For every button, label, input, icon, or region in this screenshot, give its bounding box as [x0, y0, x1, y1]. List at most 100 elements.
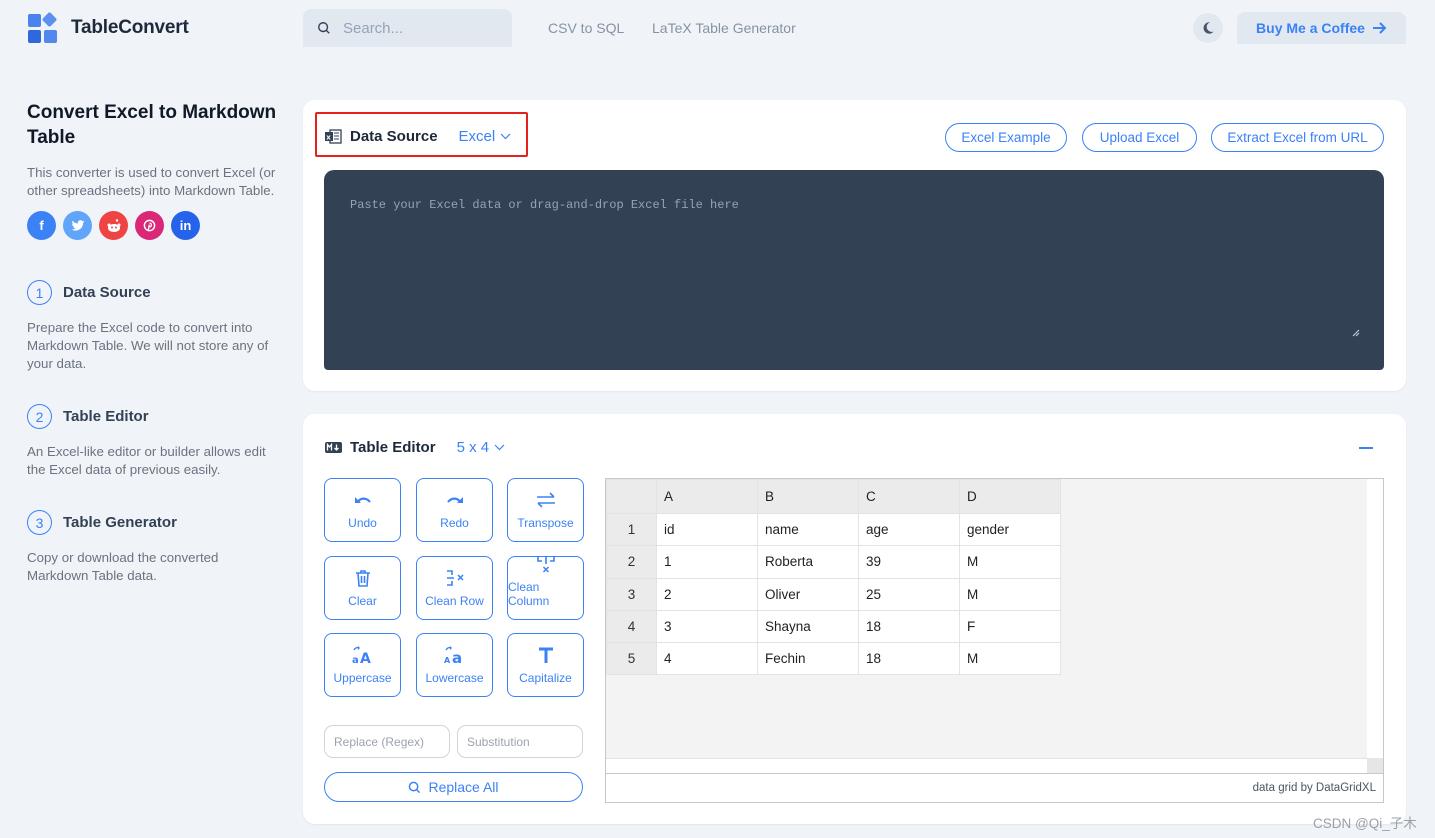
- search-box[interactable]: [303, 9, 512, 47]
- row-header[interactable]: 4: [606, 609, 657, 644]
- nav-link-latex-table-generator[interactable]: LaTeX Table Generator: [652, 20, 796, 36]
- clean-row-button[interactable]: Clean Row: [416, 556, 493, 620]
- watermark: CSDN @Qi_子木: [1313, 816, 1417, 831]
- scrollbar-corner: [1367, 758, 1383, 773]
- reddit-share-button[interactable]: [99, 211, 128, 240]
- transpose-button[interactable]: Transpose: [507, 478, 584, 542]
- arrow-right-icon: [1372, 22, 1387, 34]
- upload-excel-button[interactable]: Upload Excel: [1082, 123, 1197, 152]
- search-input[interactable]: [343, 19, 493, 37]
- clean-row-icon: [446, 570, 464, 586]
- resize-handle-icon[interactable]: [1352, 329, 1360, 337]
- step-description: An Excel-like editor or builder allows e…: [27, 444, 266, 477]
- grid-cell[interactable]: 18: [858, 642, 960, 676]
- column-header-d[interactable]: D: [959, 479, 1061, 514]
- theme-toggle-button[interactable]: [1193, 13, 1223, 43]
- grid-credit: data grid by DataGridXL: [606, 773, 1383, 802]
- clear-button[interactable]: Clear: [324, 556, 401, 620]
- data-grid: A B C D 1 id name age gender 2 1 Roberta…: [605, 478, 1384, 803]
- grid-cell[interactable]: Oliver: [757, 577, 859, 611]
- undo-button[interactable]: Undo: [324, 478, 401, 542]
- step-title: Table Editor: [63, 408, 149, 425]
- grid-cell[interactable]: F: [959, 609, 1061, 644]
- clear-label: Clear: [348, 594, 377, 608]
- row-header[interactable]: 5: [606, 642, 657, 676]
- grid-cell[interactable]: name: [757, 512, 859, 547]
- excel-file-icon: x: [325, 129, 342, 144]
- substitution-input[interactable]: [457, 725, 583, 758]
- step-number: 1: [27, 280, 52, 305]
- grid-cell[interactable]: 39: [858, 545, 960, 579]
- source-data-textarea[interactable]: [324, 170, 1384, 370]
- grid-cell[interactable]: 3: [656, 609, 758, 644]
- grid-cell[interactable]: gender: [959, 512, 1061, 547]
- table-size-dropdown[interactable]: 5 x 4: [457, 439, 506, 456]
- grid-cell[interactable]: id: [656, 512, 758, 547]
- row-header[interactable]: 1: [606, 512, 657, 547]
- grid-cell[interactable]: 18: [858, 609, 960, 644]
- grid-cell[interactable]: Shayna: [757, 609, 859, 644]
- grid-cell[interactable]: M: [959, 642, 1061, 676]
- coffee-label: Buy Me a Coffee: [1256, 20, 1365, 36]
- step-table-generator: 3 Table Generator: [27, 510, 277, 535]
- grid-cell[interactable]: M: [959, 577, 1061, 611]
- grid-cell[interactable]: age: [858, 512, 960, 547]
- step-number: 2: [27, 404, 52, 429]
- brand-logo[interactable]: TableConvert: [28, 11, 189, 43]
- redo-icon: [446, 497, 463, 503]
- markdown-icon: [325, 442, 342, 453]
- grid-cell[interactable]: 2: [656, 577, 758, 611]
- buy-me-a-coffee-button[interactable]: Buy Me a Coffee: [1237, 12, 1406, 44]
- facebook-share-button[interactable]: f: [27, 211, 56, 240]
- grid-cell[interactable]: Fechin: [757, 642, 859, 676]
- table-row: 5 4 Fechin 18 M: [606, 642, 1061, 676]
- reddit-icon: [107, 218, 120, 232]
- capitalize-button[interactable]: Capitalize: [507, 633, 584, 697]
- lowercase-button[interactable]: A a Lowercase: [416, 633, 493, 697]
- svg-text:A: A: [444, 656, 451, 664]
- step-data-source: 1 Data Source: [27, 280, 277, 305]
- svg-text:a: a: [452, 649, 462, 664]
- redo-button[interactable]: Redo: [416, 478, 493, 542]
- source-format-dropdown[interactable]: Excel: [459, 128, 512, 145]
- excel-example-button[interactable]: Excel Example: [945, 123, 1067, 152]
- nav-link-csv-to-sql[interactable]: CSV to SQL: [548, 20, 624, 36]
- grid-table: A B C D 1 id name age gender 2 1 Roberta…: [606, 479, 1061, 676]
- step-title: Table Generator: [63, 514, 177, 531]
- data-source-title: Data Source: [350, 128, 438, 145]
- table-row: 1 id name age gender: [606, 512, 1061, 547]
- collapse-button[interactable]: [1359, 447, 1373, 449]
- row-header[interactable]: 3: [606, 577, 657, 611]
- horizontal-scrollbar[interactable]: [606, 758, 1367, 773]
- clean-column-button[interactable]: Clean Column: [507, 556, 584, 620]
- pinterest-share-button[interactable]: [135, 211, 164, 240]
- uppercase-icon: a A: [352, 646, 371, 664]
- twitter-share-button[interactable]: [63, 211, 92, 240]
- grid-cell[interactable]: Roberta: [757, 545, 859, 579]
- undo-icon: [354, 497, 371, 503]
- vertical-scrollbar[interactable]: [1367, 479, 1383, 758]
- grid-cell[interactable]: 4: [656, 642, 758, 676]
- column-header-a[interactable]: A: [656, 479, 758, 514]
- linkedin-icon: in: [179, 218, 192, 233]
- table-row: 3 2 Oliver 25 M: [606, 577, 1061, 611]
- step-description: Prepare the Excel code to convert into M…: [27, 320, 269, 371]
- uppercase-button[interactable]: a A Uppercase: [324, 633, 401, 697]
- grid-cell[interactable]: 25: [858, 577, 960, 611]
- data-source-header: x Data Source Excel: [325, 128, 511, 145]
- grid-cell[interactable]: 1: [656, 545, 758, 579]
- column-header-c[interactable]: C: [858, 479, 960, 514]
- column-header-b[interactable]: B: [757, 479, 859, 514]
- grid-cell[interactable]: M: [959, 545, 1061, 579]
- linkedin-share-button[interactable]: in: [171, 211, 200, 240]
- row-header[interactable]: 2: [606, 545, 657, 579]
- step-table-editor: 2 Table Editor: [27, 404, 277, 429]
- page-title: Convert Excel to Markdown Table: [27, 102, 277, 148]
- moon-icon: [1203, 22, 1214, 34]
- chevron-down-icon: [494, 444, 505, 451]
- extract-excel-from-url-button[interactable]: Extract Excel from URL: [1211, 123, 1384, 152]
- table-editor-card: Table Editor 5 x 4 Undo Redo Transpose C…: [303, 414, 1406, 824]
- replace-all-button[interactable]: Replace All: [324, 772, 583, 802]
- select-all-corner[interactable]: [606, 479, 657, 514]
- replace-regex-input[interactable]: [324, 725, 450, 758]
